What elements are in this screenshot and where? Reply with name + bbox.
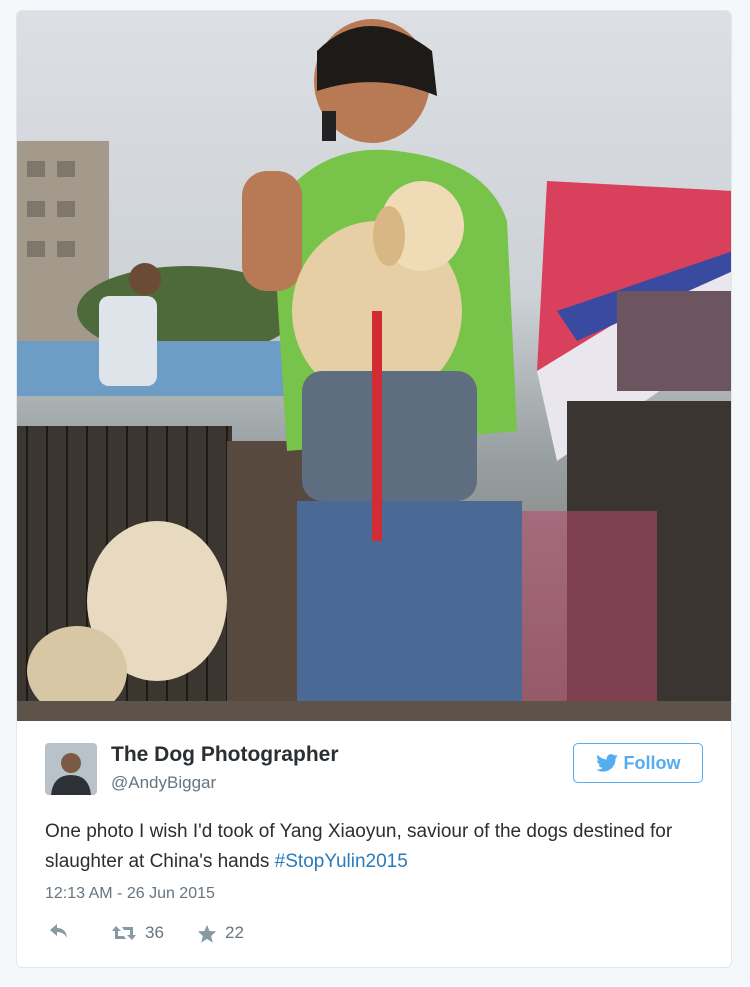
author-display-name[interactable]: The Dog Photographer [111, 743, 339, 767]
tweet-photo[interactable] [17, 11, 731, 721]
retweet-count: 36 [145, 923, 164, 942]
reply-icon [50, 924, 67, 938]
twitter-bird-icon [595, 754, 618, 772]
tweet-actions: 36 22 [45, 923, 345, 949]
retweet-icon [112, 926, 136, 940]
star-icon [197, 924, 217, 943]
hashtag-link[interactable]: #StopYulin2015 [275, 851, 408, 872]
tweet-card: The Dog Photographer @AndyBiggar Follow … [16, 10, 732, 968]
tweet-text: One photo I wish I'd took of Yang Xiaoyu… [45, 817, 715, 877]
follow-button-label: Follow [623, 752, 681, 773]
reply-button[interactable] [49, 923, 69, 939]
tweet-author: The Dog Photographer @AndyBiggar Follow [45, 741, 705, 801]
photo-illustration [17, 19, 731, 721]
retweet-button[interactable]: 36 [111, 923, 164, 943]
author-avatar[interactable] [45, 743, 97, 795]
favorite-button[interactable]: 22 [197, 923, 244, 943]
author-handle[interactable]: @AndyBiggar [111, 773, 216, 793]
user-avatar-icon [45, 743, 97, 795]
tweet-timestamp[interactable]: 12:13 AM - 26 Jun 2015 [45, 885, 215, 903]
favorite-count: 22 [225, 923, 244, 942]
follow-button[interactable]: Follow [573, 743, 703, 783]
